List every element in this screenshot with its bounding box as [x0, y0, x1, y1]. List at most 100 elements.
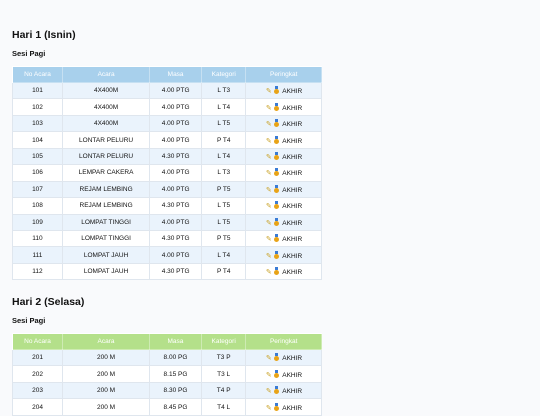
peringkat-label: AKHIR [282, 219, 303, 227]
table-row: 110 LOMPAT TINGGI 4.30 PTG P T5 ✎ AKHIR [12, 229, 322, 248]
cell-no: 109 [12, 213, 63, 231]
table-row: 101 4X400M 4.00 PTG L T3 ✎ AKHIR [12, 81, 322, 100]
pencil-icon[interactable]: ✎ [265, 236, 272, 243]
pencil-icon[interactable]: ✎ [265, 220, 272, 227]
day-1-schedule-table: No Acara Acara Masa Kategori Peringkat 101 4X4… [12, 66, 322, 281]
cell-peringkat: ✎ AKHIR [245, 348, 322, 367]
column-header: No Acara [11, 333, 64, 350]
cell-no: 112 [12, 262, 63, 281]
day-2-schedule-table: No Acara Acara Masa Kategori Peringkat 201 200… [11, 333, 322, 416]
cell-acara: 200 M [62, 398, 150, 416]
cell-masa: 4.30 PTG [149, 197, 203, 215]
cell-acara: 200 M [62, 348, 150, 367]
peringkat-label: AKHIR [282, 170, 303, 178]
peringkat-label: AKHIR [282, 88, 303, 96]
table-row: 112 LOMPAT JAUH 4.30 PTG P T4 ✎ AKHIR [12, 262, 322, 281]
medal-icon [274, 353, 280, 362]
medal-icon [274, 168, 280, 177]
column-header: Acara [61, 66, 151, 83]
pencil-icon[interactable]: ✎ [265, 170, 272, 177]
pencil-icon[interactable]: ✎ [265, 372, 272, 379]
cell-peringkat: ✎ AKHIR [245, 398, 322, 416]
cell-acara: LEMPAR CAKERA [61, 164, 151, 182]
day-1-title: Hari 1 (Isnin) [12, 29, 76, 41]
cell-no: 101 [12, 81, 63, 100]
cell-masa: 8.00 PG [149, 348, 202, 367]
peringkat-label: AKHIR [282, 186, 303, 194]
cell-masa: 4.00 PTG [149, 98, 203, 116]
cell-kategori: L T4 [201, 147, 247, 166]
cell-kategori: T3 P [200, 348, 247, 367]
cell-peringkat: ✎ AKHIR [245, 131, 322, 149]
cell-masa: 4.00 PTG [149, 213, 203, 231]
medal-icon [274, 369, 280, 378]
cell-no: 104 [12, 131, 63, 149]
cell-no: 105 [12, 147, 63, 166]
cell-acara: LOMPAT JAUH [61, 262, 151, 281]
day-2-title: Hari 2 (Selasa) [12, 296, 85, 308]
cell-no: 103 [12, 114, 63, 133]
peringkat-label: AKHIR [282, 252, 303, 260]
cell-peringkat: ✎ AKHIR [245, 381, 322, 400]
table-row: 102 4X400M 4.00 PTG L T4 ✎ AKHIR [12, 98, 322, 116]
medal-icon [274, 201, 280, 210]
cell-kategori: P T5 [201, 180, 247, 199]
table-row: 111 LOMPAT JAUH 4.00 PTG L T4 ✎ AKHIR [12, 246, 322, 264]
peringkat-label: AKHIR [282, 269, 303, 277]
pencil-icon[interactable]: ✎ [265, 187, 272, 194]
cell-masa: 4.00 PTG [149, 131, 203, 149]
medal-icon [274, 234, 280, 243]
cell-kategori: T4 L [200, 398, 247, 416]
cell-no: 202 [11, 365, 64, 383]
table-row: 109 LOMPAT TINGGI 4.00 PTG L T5 ✎ AKHIR [12, 213, 322, 231]
peringkat-label: AKHIR [282, 236, 303, 244]
cell-acara: LOMPAT JAUH [61, 246, 151, 264]
cell-masa: 8.45 PG [149, 398, 202, 416]
medal-icon [274, 135, 280, 144]
medal-icon [274, 102, 280, 111]
table-header-row: No Acara Acara Masa Kategori Peringkat [11, 333, 322, 350]
pencil-icon[interactable]: ✎ [265, 121, 272, 128]
cell-kategori: L T4 [201, 98, 247, 116]
cell-peringkat: ✎ AKHIR [245, 81, 322, 100]
pencil-icon[interactable]: ✎ [265, 138, 272, 145]
column-header: Masa [149, 66, 203, 83]
cell-kategori: T3 L [200, 365, 247, 383]
peringkat-label: AKHIR [282, 153, 303, 161]
cell-acara: 4X400M [61, 81, 151, 100]
cell-no: 108 [12, 197, 63, 215]
pencil-icon[interactable]: ✎ [265, 154, 272, 161]
table-header-row: No Acara Acara Masa Kategori Peringkat [12, 66, 322, 83]
cell-peringkat: ✎ AKHIR [245, 180, 322, 199]
medal-icon [274, 184, 280, 193]
table-row: 106 LEMPAR CAKERA 4.00 PTG L T3 ✎ AKHIR [12, 164, 322, 182]
cell-kategori: L T5 [201, 114, 247, 133]
peringkat-label: AKHIR [282, 404, 303, 412]
cell-masa: 4.00 PTG [149, 164, 203, 182]
pencil-icon[interactable]: ✎ [265, 203, 272, 210]
pencil-icon[interactable]: ✎ [265, 405, 272, 412]
cell-peringkat: ✎ AKHIR [245, 213, 322, 231]
cell-kategori: L T5 [201, 197, 247, 215]
peringkat-label: AKHIR [282, 371, 303, 379]
peringkat-label: AKHIR [282, 203, 303, 211]
cell-no: 204 [11, 398, 64, 416]
pencil-icon[interactable]: ✎ [265, 269, 272, 276]
medal-icon [274, 86, 280, 95]
cell-kategori: T4 P [200, 381, 247, 400]
pencil-icon[interactable]: ✎ [265, 388, 272, 395]
column-header: Kategori [200, 333, 247, 350]
pencil-icon[interactable]: ✎ [265, 355, 272, 362]
cell-acara: 4X400M [61, 98, 151, 116]
pencil-icon[interactable]: ✎ [265, 105, 272, 112]
cell-kategori: P T5 [201, 229, 247, 248]
cell-peringkat: ✎ AKHIR [245, 164, 322, 182]
cell-peringkat: ✎ AKHIR [245, 197, 322, 215]
cell-acara: LOMPAT TINGGI [61, 213, 151, 231]
peringkat-label: AKHIR [282, 137, 303, 145]
cell-masa: 4.30 PTG [149, 262, 203, 281]
cell-masa: 4.00 PTG [149, 180, 203, 199]
pencil-icon[interactable]: ✎ [265, 88, 272, 95]
cell-acara: REJAM LEMBING [61, 180, 151, 199]
pencil-icon[interactable]: ✎ [265, 253, 272, 260]
